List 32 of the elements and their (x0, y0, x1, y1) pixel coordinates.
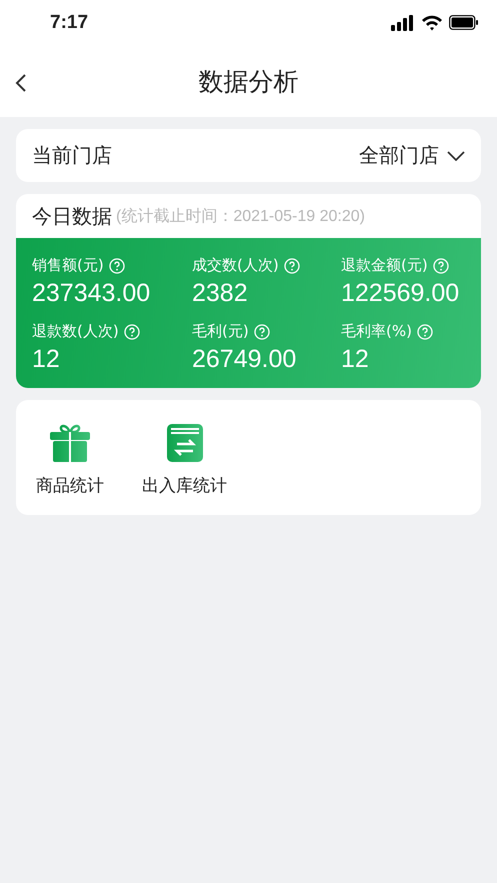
store-label: 当前门店 (32, 142, 112, 169)
shortcut-item[interactable]: 商品统计 (36, 422, 104, 497)
metric-label: 销售额(元) (32, 256, 104, 275)
page-title: 数据分析 (198, 66, 298, 98)
section-title: 今日数据 (32, 202, 112, 230)
metric-label: 毛利率(%) (341, 322, 412, 341)
metric-label: 退款数(人次) (32, 322, 119, 341)
battery-icon (449, 15, 479, 30)
metric-label: 退款金额(元) (341, 256, 428, 275)
help-icon[interactable] (416, 324, 433, 340)
back-button[interactable] (14, 73, 28, 93)
status-time: 7:17 (50, 12, 88, 34)
shortcut-item[interactable]: 出入库统计 (142, 422, 227, 497)
store-dropdown[interactable]: 全部门店 (359, 142, 465, 169)
metric-value: 12 (32, 345, 61, 374)
metric-value: 12 (341, 345, 370, 374)
metric-label: 毛利(元) (192, 322, 249, 341)
metric-value: 2382 (192, 279, 249, 308)
signal-icon (391, 14, 415, 30)
metric-label: 成交数(人次) (192, 256, 279, 275)
cutoff-note: (统计截止时间：2021-05-19 20:20) (116, 206, 365, 226)
metric-value: 122569.00 (341, 279, 460, 308)
gift-icon (49, 422, 91, 464)
wifi-icon (421, 14, 443, 30)
help-icon[interactable] (432, 258, 449, 274)
metric-value: 26749.00 (192, 345, 298, 374)
help-icon[interactable] (108, 258, 125, 274)
help-icon[interactable] (284, 258, 300, 274)
chevron-down-icon (447, 150, 465, 160)
help-icon[interactable] (124, 324, 140, 340)
help-icon[interactable] (254, 324, 270, 340)
metric-value: 237343.00 (32, 279, 152, 308)
